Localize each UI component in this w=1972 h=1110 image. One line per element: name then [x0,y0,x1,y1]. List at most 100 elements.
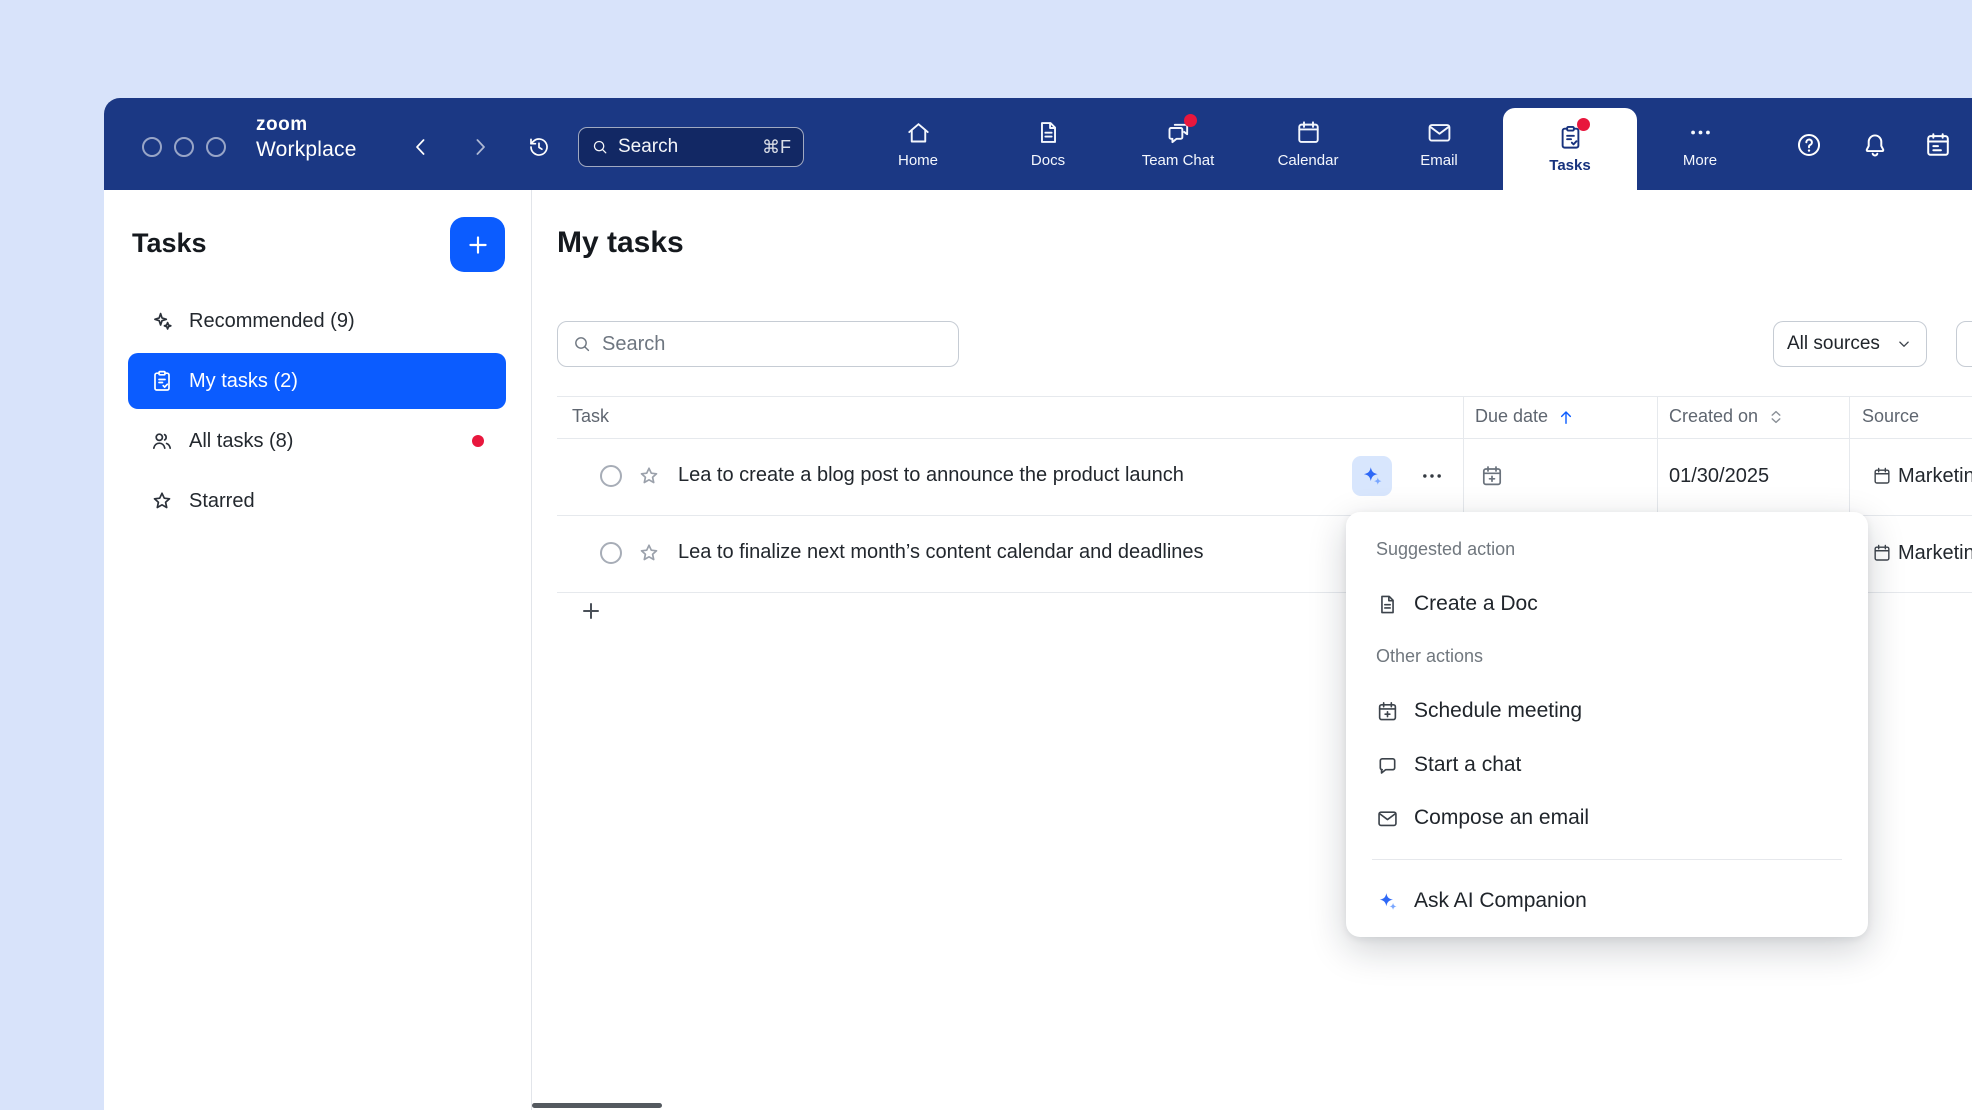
docs-icon [1035,119,1062,146]
created-on-value: 01/30/2025 [1669,465,1769,488]
global-search-placeholder: Search [618,136,678,158]
window-control-close[interactable] [142,137,162,157]
window-controls [142,137,226,157]
source-value: Marketing [1898,542,1972,565]
notifications-button[interactable] [1860,130,1890,160]
menu-item-schedule-meeting[interactable]: Schedule meeting [1360,689,1854,733]
add-task-button[interactable] [576,596,606,626]
help-button[interactable] [1794,130,1824,160]
scheduler-icon [1924,131,1952,159]
nav-docs[interactable]: Docs [989,98,1107,190]
sidebar-title: Tasks [132,228,207,259]
row-more-button[interactable] [1412,456,1452,496]
global-search[interactable]: Search ⌘F [578,127,804,167]
page-title: My tasks [557,226,684,260]
chevron-down-icon [1895,335,1913,353]
task-row[interactable]: Lea to create a blog post to announce th… [532,438,1972,515]
clipboard-check-icon [150,369,174,393]
plus-icon [465,232,491,258]
nav-home[interactable]: Home [859,98,977,190]
back-button[interactable] [406,132,436,162]
sidebar-item-starred[interactable]: Starred [128,473,506,529]
sidebar-item-all-tasks[interactable]: All tasks (8) [128,413,506,469]
nav-tasks-label: Tasks [1549,157,1590,174]
task-complete-checkbox[interactable] [600,465,622,487]
calendar-icon [1295,119,1322,146]
tasks-icon [1557,124,1584,151]
scheduler-button[interactable] [1923,130,1953,160]
column-header-created-on[interactable]: Created on [1669,406,1786,427]
zoom-workplace-window: zoom Workplace Search ⌘F Home Docs [104,98,1972,1110]
source-value: Marketing [1898,465,1972,488]
column-header-source: Source [1862,406,1919,427]
workplace-wordmark: Workplace [256,136,357,163]
ai-sparkle-icon [1376,890,1399,913]
menu-divider [1372,859,1842,860]
chevron-left-icon [409,135,433,159]
nav-calendar[interactable]: Calendar [1249,98,1367,190]
envelope-icon [1376,807,1399,830]
home-icon [905,119,932,146]
history-icon [527,135,551,159]
zoom-wordmark: zoom [256,113,357,136]
sidebar-item-label: Recommended (9) [189,310,355,333]
clipped-filter-button[interactable] [1956,321,1972,367]
tasks-badge [1577,118,1590,131]
task-complete-checkbox[interactable] [600,542,622,564]
forward-button[interactable] [465,132,495,162]
sidebar-item-label: My tasks (2) [189,370,298,393]
help-icon [1795,131,1823,159]
horizontal-scrollbar[interactable] [532,1103,662,1108]
window-control-minimize[interactable] [174,137,194,157]
column-header-task: Task [572,406,609,427]
sidebar-item-recommended[interactable]: Recommended (9) [128,293,506,349]
sidebar-item-label: Starred [189,490,255,513]
people-icon [150,429,174,453]
star-icon[interactable] [637,541,661,565]
all-tasks-badge [472,435,484,447]
ellipsis-icon [1419,463,1445,489]
plus-icon [579,599,603,623]
history-button[interactable] [524,132,554,162]
nav-calendar-label: Calendar [1278,152,1339,169]
search-shortcut: ⌘F [762,137,791,158]
topbar: zoom Workplace Search ⌘F Home Docs [104,98,1972,190]
menu-item-compose-email[interactable]: Compose an email [1360,796,1854,840]
ai-companion-button[interactable] [1352,456,1392,496]
window-control-zoom[interactable] [206,137,226,157]
search-icon [572,334,592,354]
suggested-action-label: Suggested action [1376,539,1515,560]
search-icon [591,138,609,156]
sidebar-item-label: All tasks (8) [189,430,293,453]
sort-icon[interactable] [1766,407,1786,427]
email-icon [1426,119,1453,146]
star-icon[interactable] [637,464,661,488]
calendar-plus-icon [1376,700,1399,723]
menu-item-ask-ai-companion[interactable]: Ask AI Companion [1360,879,1854,923]
ai-sparkle-icon [1360,464,1384,488]
nav-team-chat[interactable]: Team Chat [1119,98,1237,190]
team-chat-badge [1184,114,1197,127]
task-title: Lea to create a blog post to announce th… [678,464,1184,487]
sort-ascending-icon[interactable] [1556,407,1576,427]
nav-tasks-active[interactable]: Tasks [1503,108,1637,190]
nav-email[interactable]: Email [1380,98,1498,190]
doc-icon [1376,593,1399,616]
task-search[interactable] [557,321,959,367]
nav-home-label: Home [898,152,938,169]
table-border [557,396,1972,397]
menu-item-start-chat[interactable]: Start a chat [1360,743,1854,787]
add-due-date-button[interactable] [1480,464,1504,488]
menu-item-create-doc[interactable]: Create a Doc [1360,582,1854,626]
sources-filter[interactable]: All sources [1773,321,1927,367]
chat-bubble-icon [1376,754,1399,777]
new-task-button[interactable] [450,217,505,272]
more-icon [1687,119,1714,146]
nav-more[interactable]: More [1641,98,1759,190]
bell-icon [1861,131,1889,159]
task-search-input[interactable] [602,333,944,356]
sources-filter-label: All sources [1787,333,1880,355]
my-tasks-panel: My tasks All sources Task Due date Creat… [532,190,1972,1110]
sidebar-item-my-tasks[interactable]: My tasks (2) [128,353,506,409]
column-header-due-date[interactable]: Due date [1475,406,1576,427]
